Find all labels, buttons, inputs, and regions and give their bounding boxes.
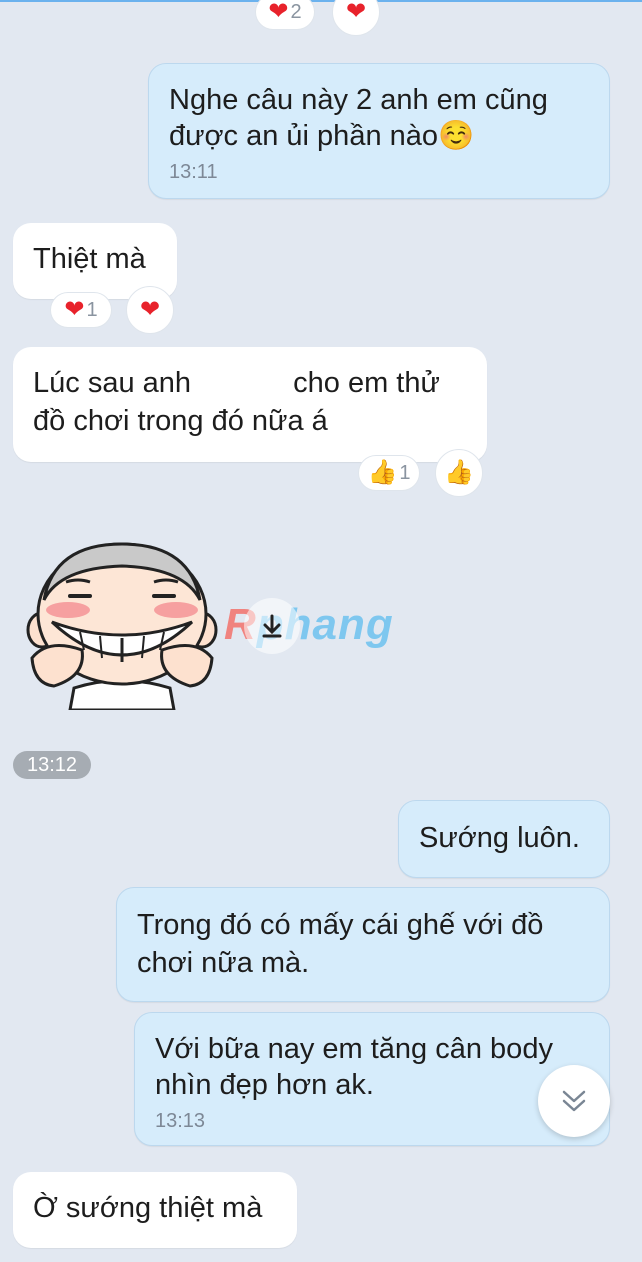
message-text: Ờ sướng thiệt mà [33, 1192, 263, 1224]
message-text: Thiệt mà [33, 243, 146, 275]
heart-icon: ❤ [268, 0, 289, 25]
react-like-button[interactable]: 👍 [435, 449, 483, 497]
message-time: 13:11 [169, 161, 218, 183]
react-heart-button[interactable]: ❤ [332, 0, 380, 36]
outgoing-message[interactable]: Với bữa nay em tăng cân body nhìn đẹp hơ… [134, 1012, 610, 1146]
thumbs-up-icon: 👍 [367, 459, 398, 486]
message-text: Trong đó có mấy cái ghế với đồ chơi nữa … [137, 909, 544, 979]
reaction-count: 1 [399, 461, 411, 484]
reaction-count: 2 [290, 0, 302, 23]
time-divider: 13:12 [13, 751, 91, 779]
heart-icon: ❤ [345, 0, 367, 25]
message-text: Nghe câu này 2 anh em cũng được an ủi ph… [169, 84, 548, 152]
message-text: Lúc sau anh cho em thử đồ chơi trong đó … [33, 364, 467, 440]
reaction-count-chip[interactable]: ❤ 2 [255, 0, 315, 30]
thumbs-up-icon: 👍 [444, 459, 474, 486]
message-text: Với bữa nay em tăng cân body nhìn đẹp hơ… [155, 1033, 553, 1101]
download-icon[interactable] [244, 598, 300, 654]
message-text: Sướng luôn. [419, 822, 580, 854]
message-text-part: Lúc sau anh [33, 367, 200, 399]
outgoing-message[interactable]: Sướng luôn. [398, 800, 610, 878]
incoming-message[interactable]: Lúc sau anh cho em thử đồ chơi trong đó … [13, 347, 487, 462]
grinning-baby-sticker[interactable] [24, 538, 220, 712]
chevron-double-down-icon [562, 1090, 586, 1112]
react-heart-button[interactable]: ❤ [126, 286, 174, 334]
reaction-count-chip[interactable]: 👍 1 [358, 455, 420, 491]
reaction-count: 1 [86, 298, 98, 321]
top-accent-line [0, 0, 642, 2]
message-time: 13:13 [155, 1110, 206, 1132]
incoming-message[interactable]: Ờ sướng thiệt mà [13, 1172, 297, 1248]
outgoing-message[interactable]: Nghe câu này 2 anh em cũng được an ủi ph… [148, 63, 610, 199]
heart-icon: ❤ [64, 296, 85, 323]
heart-icon: ❤ [139, 296, 161, 323]
redacted-name [199, 369, 286, 400]
scroll-to-bottom-button[interactable] [538, 1065, 610, 1137]
outgoing-message[interactable]: Trong đó có mấy cái ghế với đồ chơi nữa … [116, 887, 610, 1002]
reaction-count-chip[interactable]: ❤ 1 [50, 292, 112, 328]
